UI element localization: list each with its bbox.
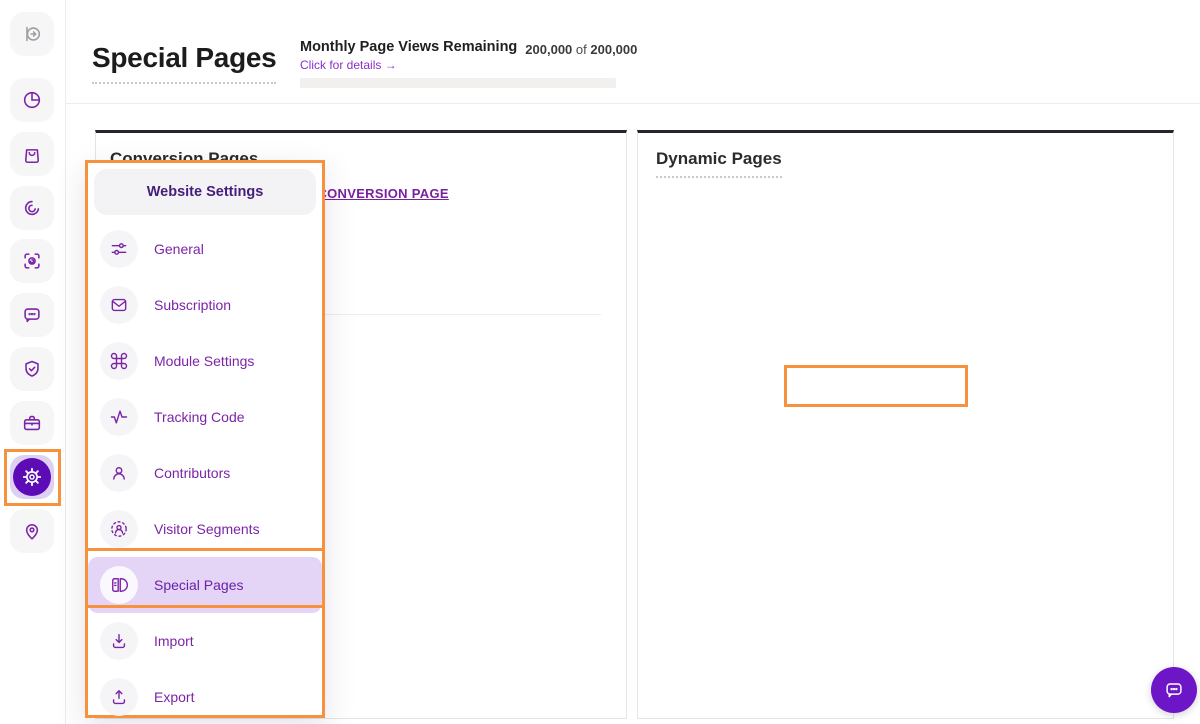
journal-icon xyxy=(100,566,138,604)
pie-chart-icon xyxy=(21,89,43,111)
header-divider xyxy=(66,103,1200,104)
location-pin-icon xyxy=(21,520,43,542)
sidebar-toggle-button[interactable] xyxy=(10,12,54,56)
flyout-title: Website Settings xyxy=(94,169,316,215)
flyout-item-tracking-code[interactable]: Tracking Code xyxy=(88,389,322,445)
sidebar-item-spiral[interactable] xyxy=(10,186,54,230)
monthly-views-total: 200,000 xyxy=(590,42,637,57)
flyout-item-label: Tracking Code xyxy=(154,409,245,425)
flyout-item-contributors[interactable]: Contributors xyxy=(88,445,322,501)
flyout-item-label: Import xyxy=(154,633,194,649)
gear-icon xyxy=(13,458,51,496)
shield-check-icon xyxy=(21,358,43,380)
flyout-item-label: Export xyxy=(154,689,194,705)
upload-icon xyxy=(100,678,138,716)
support-chat-button[interactable] xyxy=(1151,667,1197,713)
flyout-item-label: General xyxy=(154,241,204,257)
click-for-details-link[interactable]: Click for details → xyxy=(300,58,397,72)
flyout-item-special-pages[interactable]: Special Pages xyxy=(88,557,322,613)
person-icon xyxy=(100,454,138,492)
flyout-item-module-settings[interactable]: Module Settings xyxy=(88,333,322,389)
monthly-views-current: 200,000 xyxy=(525,42,572,57)
face-scan-icon xyxy=(21,250,43,272)
command-icon xyxy=(100,342,138,380)
flyout-item-export[interactable]: Export xyxy=(88,669,322,724)
sidebar-item-shield[interactable] xyxy=(10,347,54,391)
sidebar-item-scan[interactable] xyxy=(10,239,54,283)
sidebar-expand-icon xyxy=(21,23,43,45)
sidebar-item-analytics[interactable] xyxy=(10,78,54,122)
sidebar-item-location[interactable] xyxy=(10,509,54,553)
briefcase-icon xyxy=(21,412,43,434)
chat-bubble-icon xyxy=(21,304,43,326)
flyout-item-label: Contributors xyxy=(154,465,230,481)
sidebar-item-projects[interactable] xyxy=(10,401,54,445)
flyout-item-general[interactable]: General xyxy=(88,221,322,277)
spiral-icon xyxy=(21,197,43,219)
person-dashed-icon xyxy=(100,510,138,548)
sidebar-item-settings[interactable] xyxy=(10,455,54,499)
shopping-bag-icon xyxy=(21,143,43,165)
sidebar-item-bag[interactable] xyxy=(10,132,54,176)
page-title: Special Pages xyxy=(92,42,276,84)
flyout-item-subscription[interactable]: Subscription xyxy=(88,277,322,333)
chat-fab-icon xyxy=(1163,679,1185,701)
download-icon xyxy=(100,622,138,660)
pulse-icon xyxy=(100,398,138,436)
flyout-item-label: Special Pages xyxy=(154,577,244,593)
app-window: Special Pages Monthly Page Views Remaini… xyxy=(0,0,1200,724)
website-settings-flyout: Website Settings General Subscription Mo… xyxy=(85,160,325,718)
sliders-icon xyxy=(100,230,138,268)
flyout-item-label: Module Settings xyxy=(154,353,254,369)
flyout-item-import[interactable]: Import xyxy=(88,613,322,669)
dynamic-pages-title: Dynamic Pages xyxy=(656,149,782,178)
monthly-views-of: of xyxy=(576,42,587,57)
monthly-views-label: Monthly Page Views Remaining xyxy=(300,39,517,55)
flyout-item-visitor-segments[interactable]: Visitor Segments xyxy=(88,501,322,557)
page-views-progress-bar xyxy=(300,78,616,88)
sidebar xyxy=(0,0,66,724)
envelope-icon xyxy=(100,286,138,324)
flyout-item-label: Visitor Segments xyxy=(154,521,260,537)
flyout-item-label: Subscription xyxy=(154,297,231,313)
dynamic-pages-card: Dynamic Pages xyxy=(637,130,1174,719)
sidebar-item-feedback[interactable] xyxy=(10,293,54,337)
monthly-page-views: Monthly Page Views Remaining 200,000 of 2… xyxy=(300,38,637,56)
